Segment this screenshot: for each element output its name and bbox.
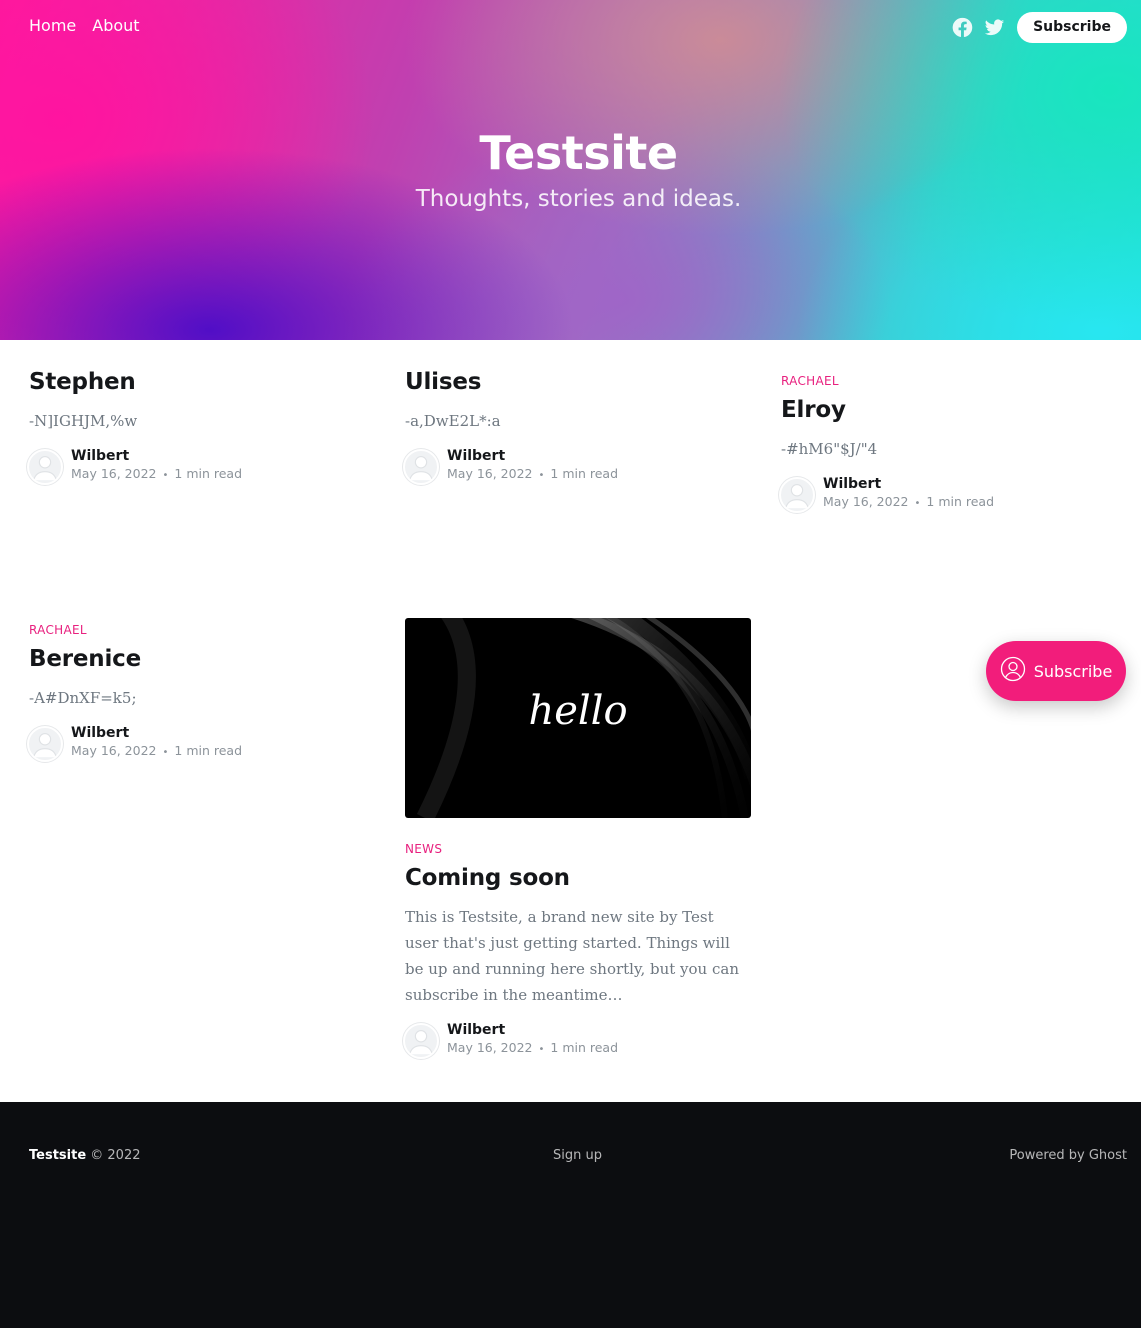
- post-meta: Wilbert May 16, 2022 • 1 min read: [403, 448, 751, 485]
- post-reading-time: 1 min read: [174, 466, 243, 481]
- twitter-icon[interactable]: [983, 17, 1005, 39]
- post-reading-time: 1 min read: [174, 743, 243, 758]
- post-date: May 16, 2022: [447, 466, 533, 481]
- avatar[interactable]: [27, 725, 63, 762]
- post-reading-time: 1 min read: [550, 1040, 619, 1055]
- post-excerpt: This is Testsite, a brand new site by Te…: [405, 908, 739, 1004]
- post-meta: Wilbert May 16, 2022 • 1 min read: [27, 448, 375, 485]
- post-card[interactable]: Ulises -a,DwE2L*:a Wilbert May 16, 2022 •…: [403, 368, 751, 485]
- post-excerpt: -a,DwE2L*:a: [405, 412, 501, 430]
- post-meta: Wilbert May 16, 2022 • 1 min read: [779, 476, 1127, 513]
- avatar[interactable]: [403, 448, 439, 485]
- nav-home-link[interactable]: Home: [29, 16, 76, 35]
- post-tag[interactable]: RACHAEL: [781, 374, 1127, 388]
- post-feature-image[interactable]: hello: [405, 618, 751, 818]
- post-author[interactable]: Wilbert: [823, 476, 994, 493]
- avatar[interactable]: [27, 448, 63, 485]
- post-tag[interactable]: NEWS: [405, 842, 751, 856]
- avatar[interactable]: [403, 1022, 439, 1059]
- site-title: Testsite: [479, 126, 678, 180]
- footer-year: © 2022: [90, 1148, 141, 1163]
- post-title[interactable]: Coming soon: [405, 864, 751, 892]
- post-excerpt: -A#DnXF=k5;: [29, 689, 137, 707]
- post-reading-time: 1 min read: [926, 494, 995, 509]
- post-reading-time: 1 min read: [550, 466, 619, 481]
- post-excerpt: -N]IGHJM,%w: [29, 412, 138, 430]
- post-date: May 16, 2022: [71, 466, 157, 481]
- post-date: May 16, 2022: [71, 743, 157, 758]
- post-date: May 16, 2022: [823, 494, 909, 509]
- post-card[interactable]: hello NEWS Coming soon This is Testsite,…: [403, 618, 751, 1059]
- nav-about-link[interactable]: About: [92, 16, 139, 35]
- site-header: Home About Subscribe Testsite Thoughts, …: [0, 0, 1141, 340]
- post-title[interactable]: Stephen: [29, 368, 375, 396]
- footer-copyright: Testsite © 2022: [29, 1148, 141, 1163]
- user-circle-icon: [1000, 656, 1026, 686]
- post-tag[interactable]: RACHAEL: [29, 623, 375, 637]
- post-author[interactable]: Wilbert: [71, 725, 242, 742]
- site-footer: Testsite © 2022 Sign up Powered by Ghost: [0, 1102, 1141, 1328]
- main-nav: Home About: [29, 16, 140, 35]
- footer-signup-link[interactable]: Sign up: [553, 1148, 602, 1163]
- post-author[interactable]: Wilbert: [447, 448, 618, 465]
- post-title[interactable]: Elroy: [781, 396, 1127, 424]
- post-date: May 16, 2022: [447, 1040, 533, 1055]
- post-card[interactable]: Stephen -N]IGHJM,%w Wilbert May 16, 2022…: [27, 368, 375, 485]
- facebook-icon[interactable]: [951, 17, 973, 39]
- header-actions: Subscribe: [951, 12, 1127, 43]
- post-title[interactable]: Ulises: [405, 368, 751, 396]
- post-meta: Wilbert May 16, 2022 • 1 min read: [27, 725, 375, 762]
- post-excerpt: -#hM6"$J/"4: [781, 440, 878, 458]
- site-description: Thoughts, stories and ideas.: [415, 186, 742, 212]
- post-author[interactable]: Wilbert: [447, 1022, 618, 1039]
- portal-subscribe-label: Subscribe: [1033, 661, 1113, 681]
- portal-subscribe-button[interactable]: Subscribe: [986, 641, 1126, 701]
- post-card[interactable]: RACHAEL Elroy -#hM6"$J/"4 Wilbert May 16…: [779, 374, 1127, 513]
- footer-powered-by-link[interactable]: Powered by Ghost: [1009, 1148, 1127, 1163]
- post-title[interactable]: Berenice: [29, 645, 375, 673]
- post-card[interactable]: RACHAEL Berenice -A#DnXF=k5; Wilbert May…: [27, 623, 375, 762]
- avatar[interactable]: [779, 476, 815, 513]
- header-subscribe-button[interactable]: Subscribe: [1017, 12, 1127, 43]
- feature-image-text: hello: [528, 688, 628, 734]
- footer-site-link[interactable]: Testsite: [29, 1148, 86, 1163]
- post-author[interactable]: Wilbert: [71, 448, 242, 465]
- post-meta: Wilbert May 16, 2022 • 1 min read: [403, 1022, 751, 1059]
